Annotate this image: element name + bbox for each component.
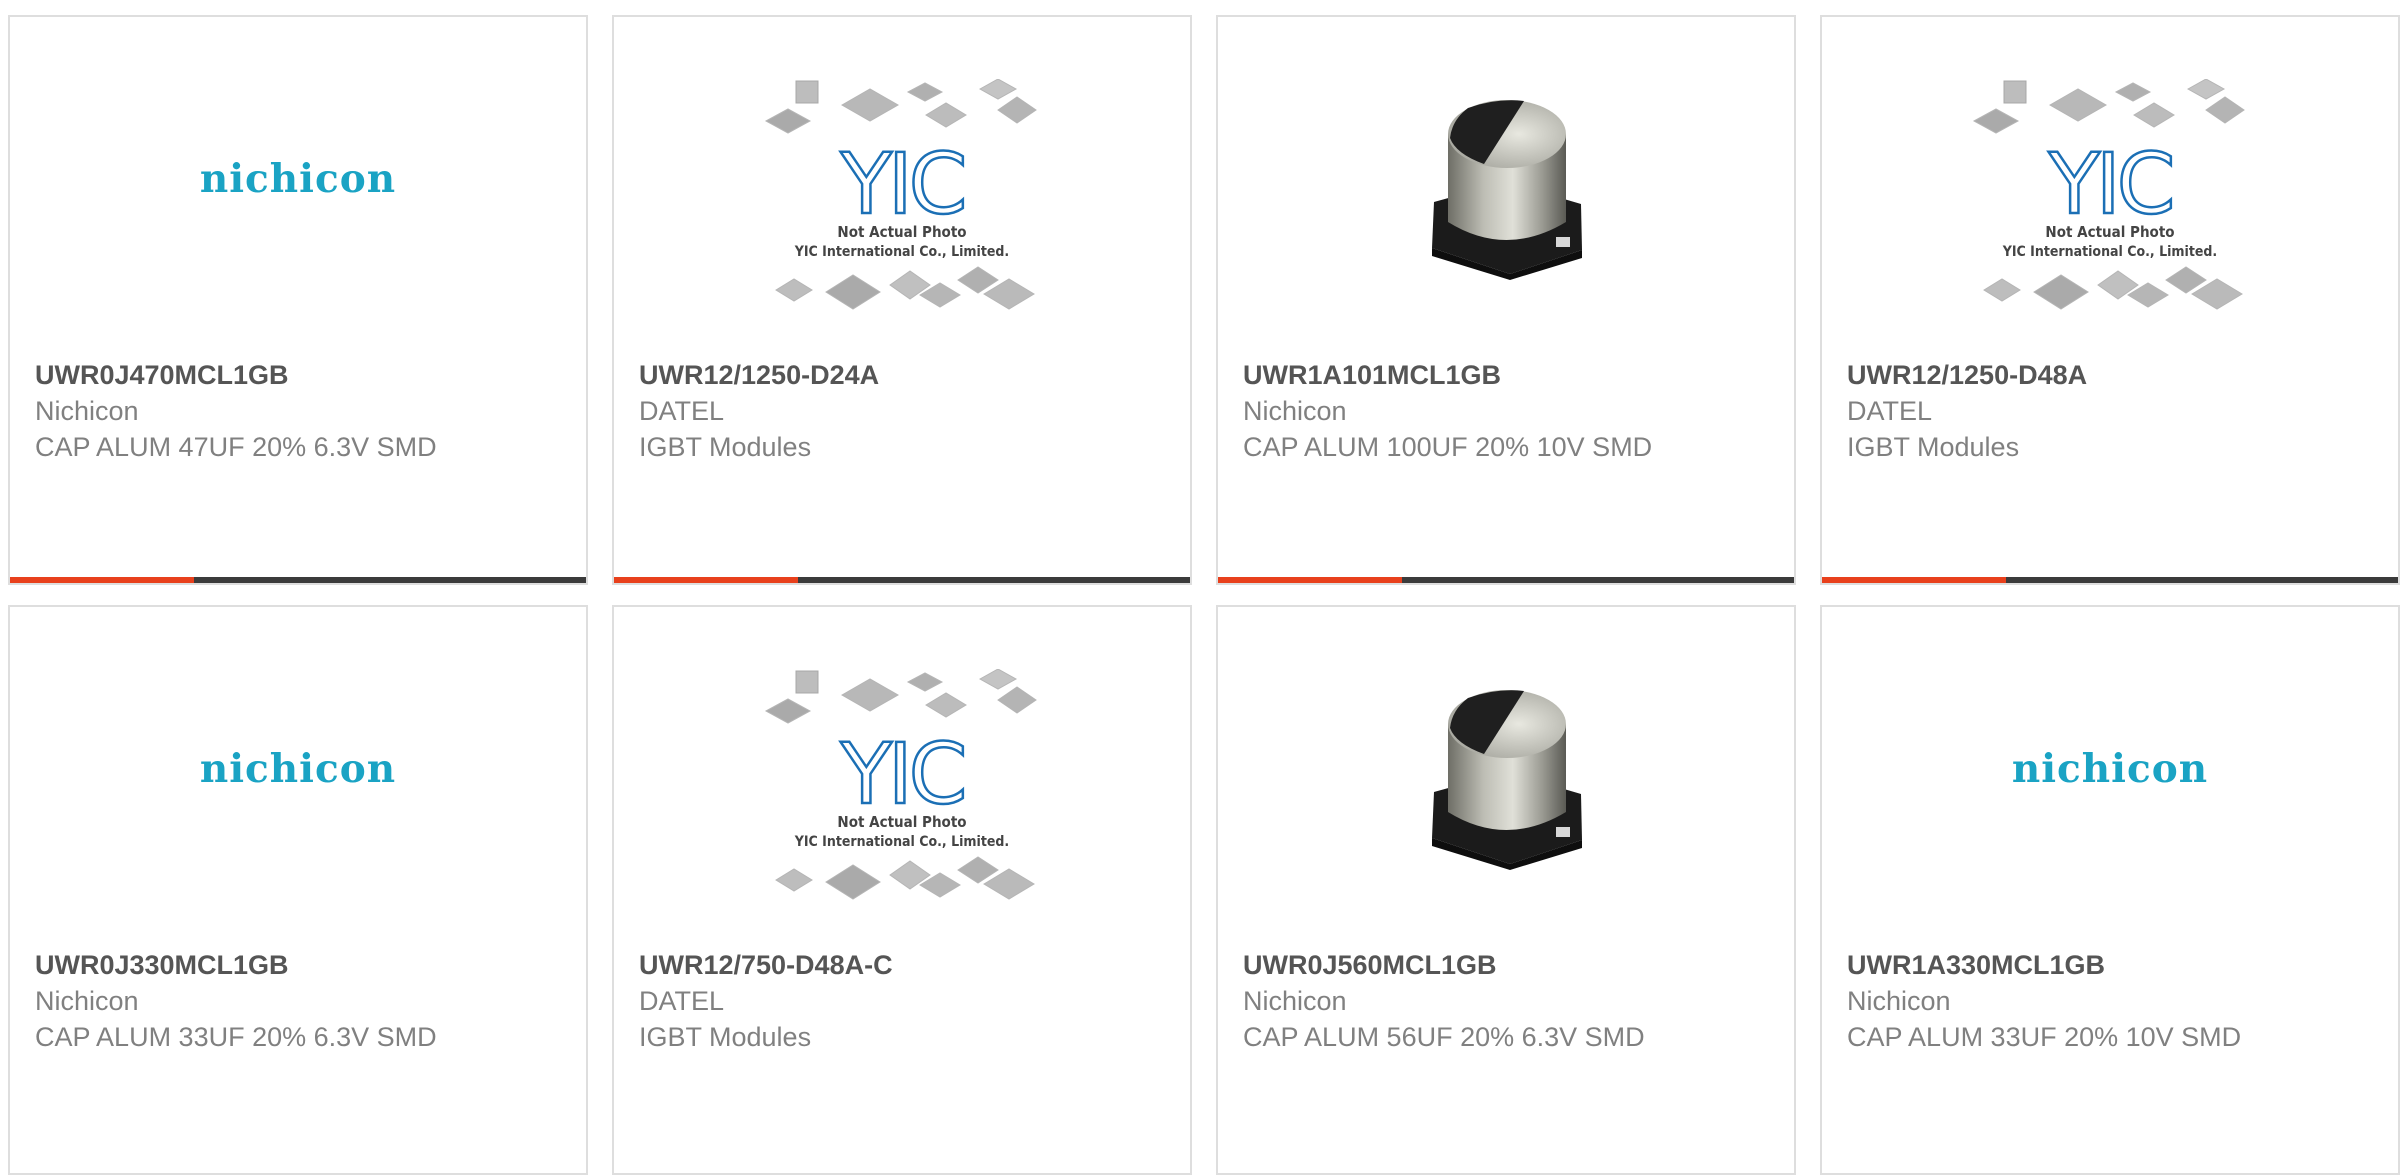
description: IGBT Modules <box>639 1022 812 1052</box>
part-number[interactable]: UWR1A330MCL1GB <box>1847 947 2373 983</box>
product-card[interactable]: UWR1A101MCL1GB Nichicon CAP ALUM 100UF 20%… <box>1216 15 1796 585</box>
product-image[interactable]: YIC Not Actual Photo YIC International Co.… <box>614 607 1190 947</box>
product-info: UWR0J470MCL1GB Nichicon CAP ALUM 47UF 20% … <box>35 357 561 465</box>
yic-logo: YIC <box>840 135 964 233</box>
nichicon-logo: nichicon <box>199 746 397 792</box>
product-info: UWR12/1250-D48A DATEL IGBT Modules <box>1847 357 2373 465</box>
manufacturer: DATEL <box>639 986 725 1016</box>
card-hover-bar <box>10 577 586 583</box>
placeholder-line1: Not Actual Photo <box>2045 223 2174 241</box>
description: IGBT Modules <box>1847 432 2020 462</box>
description: CAP ALUM 100UF 20% 10V SMD <box>1243 432 1653 462</box>
product-card[interactable]: YIC Not Actual Photo YIC International Co.… <box>612 605 1192 1175</box>
product-card[interactable]: nichicon UWR0J470MCL1GB Nichicon CAP ALUM 4… <box>8 15 588 585</box>
part-number[interactable]: UWR12/750-D48A-C <box>639 947 1165 983</box>
product-card[interactable]: nichicon UWR0J330MCL1GB Nichicon CAP ALUM 3… <box>8 605 588 1175</box>
placeholder-line2: YIC International Co., Limited. <box>2002 244 2217 260</box>
yic-logo: YIC <box>2048 135 2172 233</box>
part-number[interactable]: UWR12/1250-D48A <box>1847 357 2373 393</box>
manufacturer: DATEL <box>1847 396 1933 426</box>
part-number[interactable]: UWR1A101MCL1GB <box>1243 357 1769 393</box>
not-actual-photo-placeholder: YICNot Actual Photo YIC International Co.… <box>764 669 1037 900</box>
card-hover-bar-fill <box>614 577 799 583</box>
nichicon-logo: nichicon <box>2011 746 2209 792</box>
manufacturer: Nichicon <box>35 396 139 426</box>
product-info: UWR1A330MCL1GB Nichicon CAP ALUM 33UF 20% … <box>1847 947 2373 1055</box>
manufacturer: Nichicon <box>35 986 139 1016</box>
capacitor-photo <box>1406 82 1606 282</box>
not-actual-photo-placeholder: YICNot Actual Photo YIC International Co.… <box>1972 79 2245 310</box>
manufacturer: DATEL <box>639 396 725 426</box>
description: CAP ALUM 33UF 20% 6.3V SMD <box>35 1022 437 1052</box>
product-grid: nichicon UWR0J470MCL1GB Nichicon CAP ALUM 4… <box>8 15 2400 1175</box>
capacitor-photo <box>1406 672 1606 872</box>
description: IGBT Modules <box>639 432 812 462</box>
card-hover-bar-fill <box>10 577 195 583</box>
product-image[interactable] <box>1218 607 1794 947</box>
manufacturer: Nichicon <box>1243 986 1347 1016</box>
card-hover-bar-fill <box>1822 577 2007 583</box>
product-info: UWR0J330MCL1GB Nichicon CAP ALUM 33UF 20% … <box>35 947 561 1055</box>
part-number[interactable]: UWR0J330MCL1GB <box>35 947 561 983</box>
product-image[interactable]: nichicon <box>10 607 586 947</box>
product-image[interactable]: YIC Not Actual Photo YIC International Co.… <box>614 17 1190 357</box>
placeholder-line1: Not Actual Photo <box>837 223 966 241</box>
description: CAP ALUM 33UF 20% 10V SMD <box>1847 1022 2242 1052</box>
product-card[interactable]: YIC Not Actual Photo YIC International Co.… <box>1820 15 2400 585</box>
card-hover-bar-fill <box>1218 577 1403 583</box>
placeholder-line1: Not Actual Photo <box>837 813 966 831</box>
product-info: UWR0J560MCL1GB Nichicon CAP ALUM 56UF 20% … <box>1243 947 1769 1055</box>
product-info: UWR12/1250-D24A DATEL IGBT Modules <box>639 357 1165 465</box>
placeholder-line2: YIC International Co., Limited. <box>794 244 1009 260</box>
placeholder-line2: YIC International Co., Limited. <box>794 834 1009 850</box>
manufacturer: Nichicon <box>1847 986 1951 1016</box>
product-image[interactable]: YIC Not Actual Photo YIC International Co.… <box>1822 17 2398 357</box>
product-info: UWR1A101MCL1GB Nichicon CAP ALUM 100UF 20%… <box>1243 357 1769 465</box>
card-hover-bar <box>614 577 1190 583</box>
manufacturer: Nichicon <box>1243 396 1347 426</box>
description: CAP ALUM 56UF 20% 6.3V SMD <box>1243 1022 1645 1052</box>
product-image[interactable]: nichicon <box>10 17 586 357</box>
description: CAP ALUM 47UF 20% 6.3V SMD <box>35 432 437 462</box>
product-card[interactable]: YIC Not Actual Photo YIC International Co.… <box>612 15 1192 585</box>
product-image[interactable]: nichicon <box>1822 607 2398 947</box>
not-actual-photo-placeholder: YICNot Actual Photo YIC International Co.… <box>764 79 1037 310</box>
card-hover-bar <box>1822 577 2398 583</box>
yic-logo: YIC <box>840 725 964 823</box>
product-card[interactable]: UWR0J560MCL1GB Nichicon CAP ALUM 56UF 20% … <box>1216 605 1796 1175</box>
product-image[interactable] <box>1218 17 1794 357</box>
nichicon-logo: nichicon <box>199 156 397 202</box>
product-info: UWR12/750-D48A-C DATEL IGBT Modules <box>639 947 1165 1055</box>
part-number[interactable]: UWR0J560MCL1GB <box>1243 947 1769 983</box>
part-number[interactable]: UWR12/1250-D24A <box>639 357 1165 393</box>
part-number[interactable]: UWR0J470MCL1GB <box>35 357 561 393</box>
card-hover-bar <box>1218 577 1794 583</box>
product-card[interactable]: nichicon UWR1A330MCL1GB Nichicon CAP ALUM 3… <box>1820 605 2400 1175</box>
